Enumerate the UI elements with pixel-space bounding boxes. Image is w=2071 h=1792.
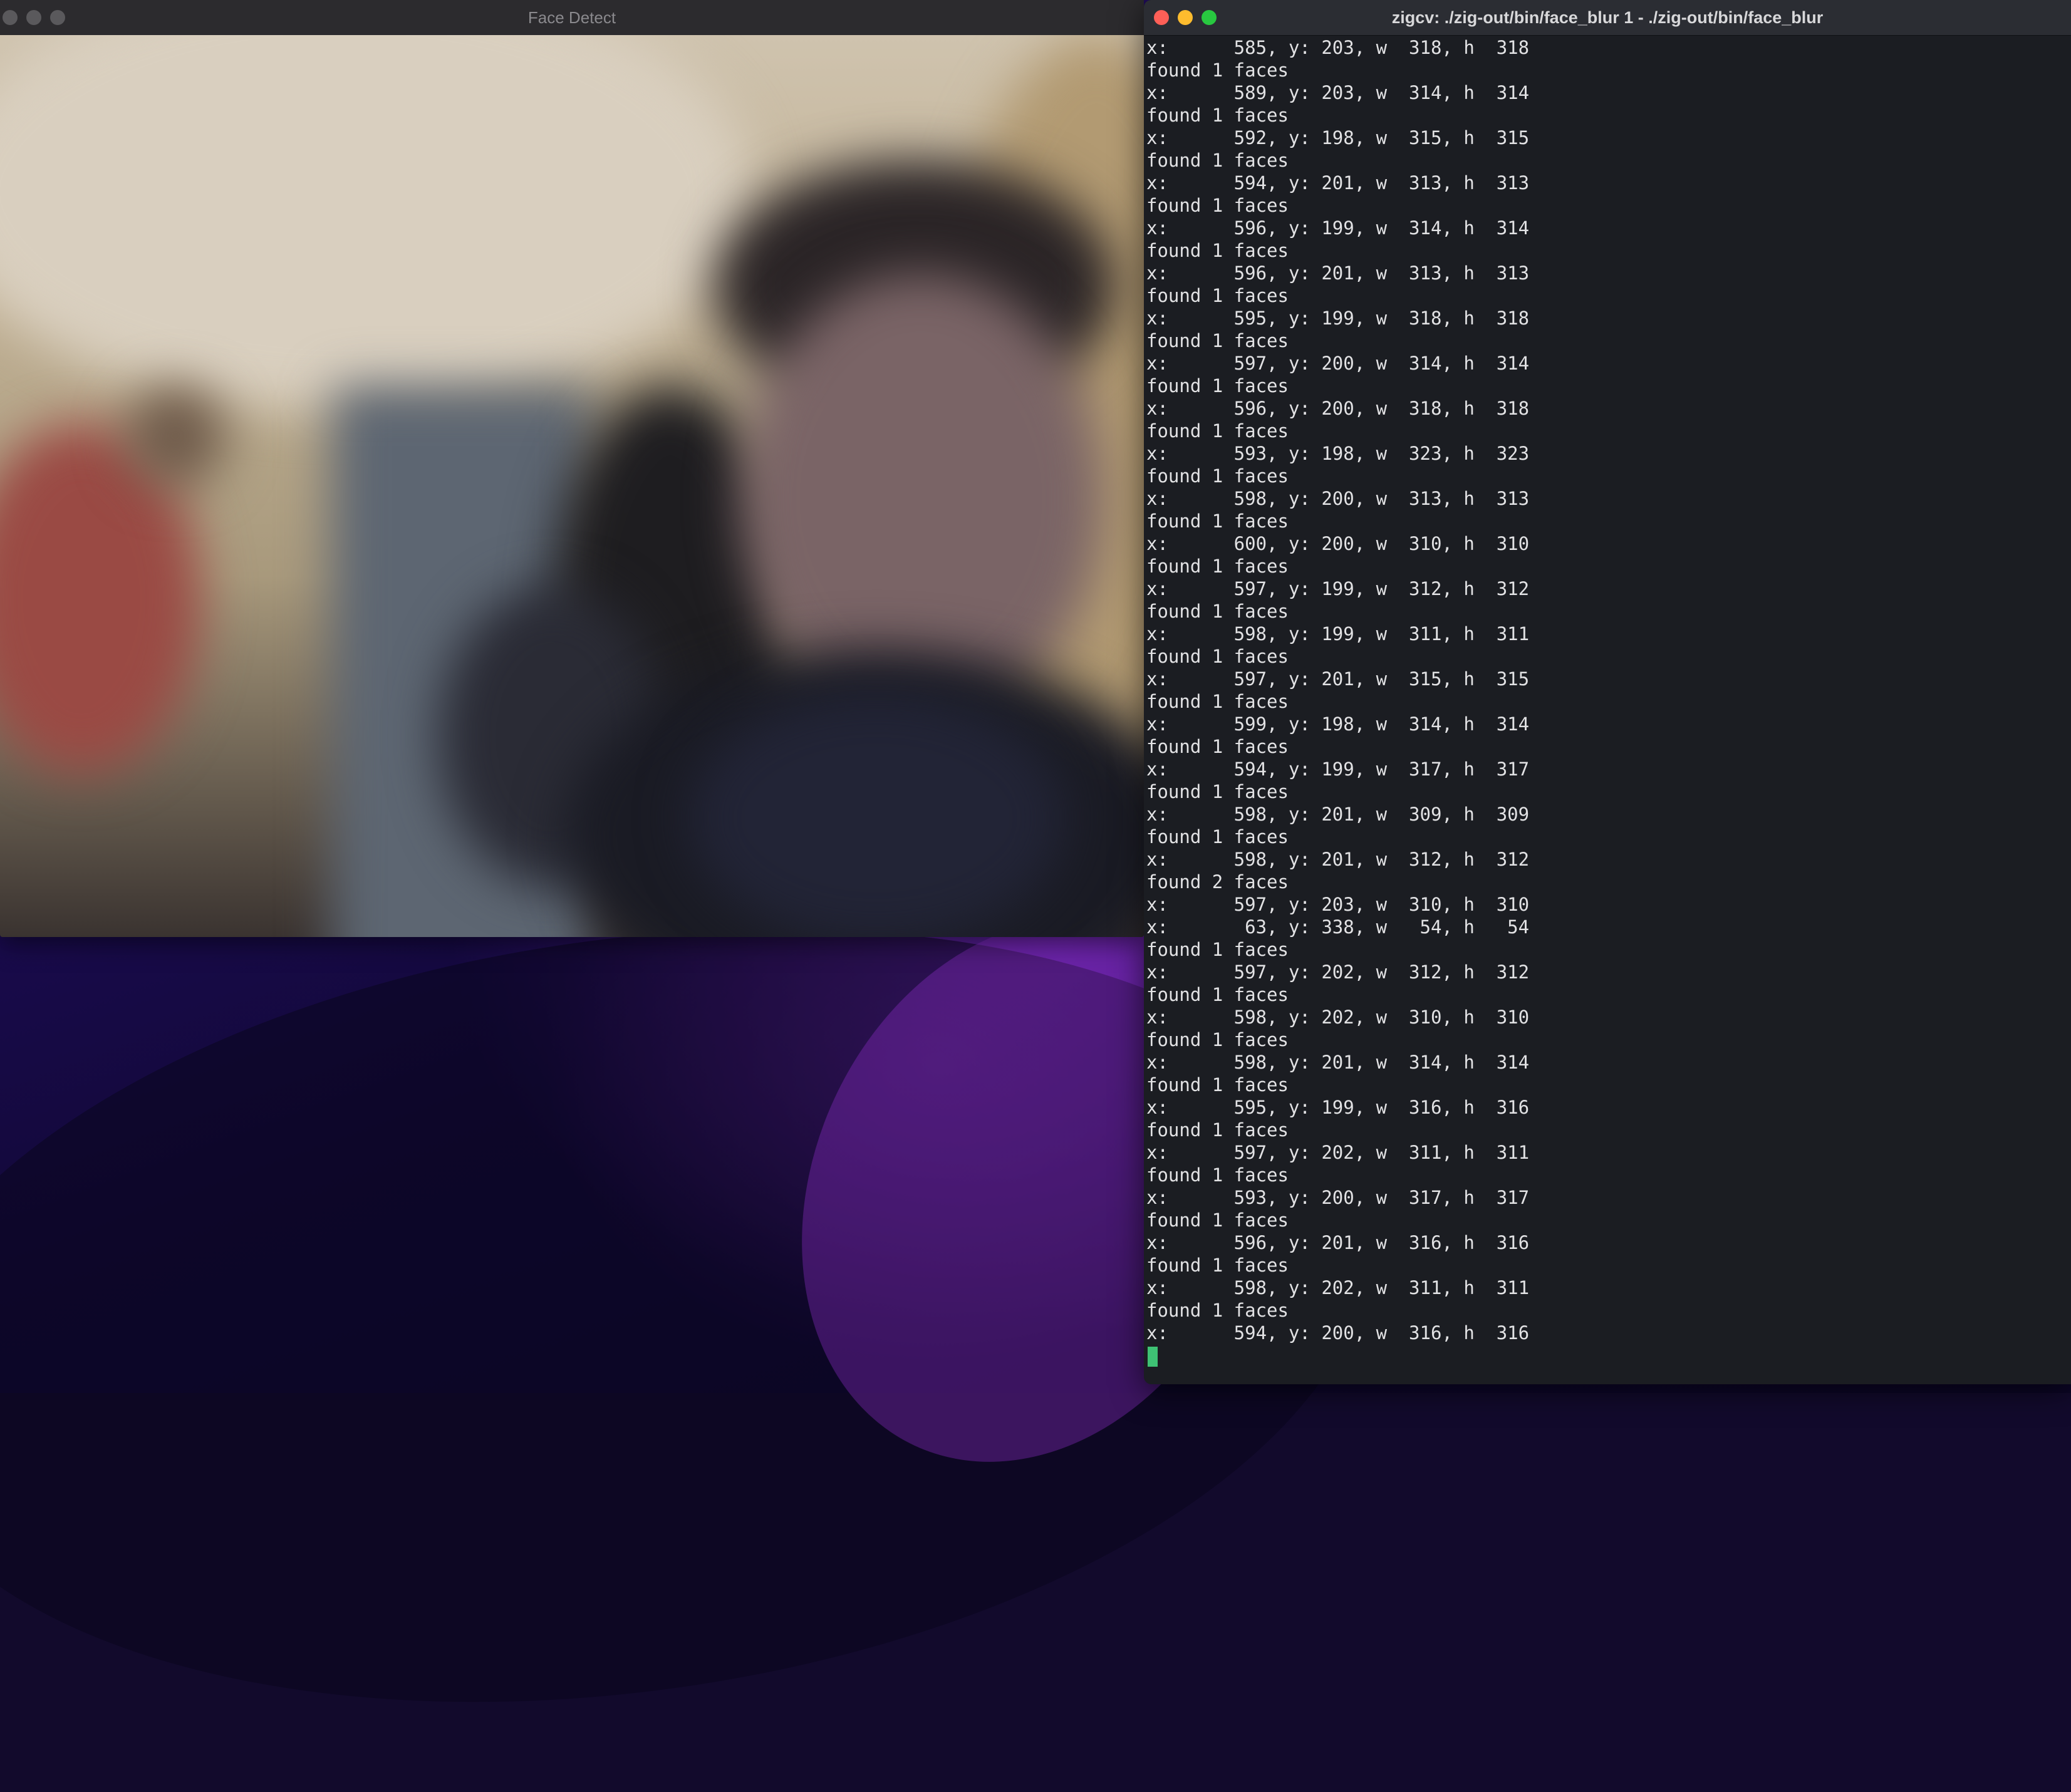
terminal-line: found 2 faces [1146, 871, 1289, 893]
terminal-line: x: 599, y: 198, w 314, h 314 [1146, 713, 1530, 735]
window-title: zigcv: ./zig-out/bin/face_blur 1 - ./zig… [1391, 8, 1824, 27]
terminal-line: found 1 faces [1146, 781, 1289, 802]
terminal-line: x: 594, y: 199, w 317, h 317 [1146, 759, 1530, 780]
terminal-line: x: 598, y: 201, w 309, h 309 [1146, 804, 1530, 825]
terminal-line: x: 595, y: 199, w 316, h 316 [1146, 1097, 1530, 1118]
terminal-line: found 1 faces [1146, 984, 1289, 1005]
terminal-line: x: 594, y: 200, w 316, h 316 [1146, 1322, 1530, 1344]
terminal-line: x: 598, y: 199, w 311, h 311 [1146, 623, 1530, 645]
terminal-line: x: 595, y: 199, w 318, h 318 [1146, 308, 1530, 329]
terminal-line: x: 597, y: 203, w 310, h 310 [1146, 894, 1530, 915]
face-detect-titlebar[interactable]: Face Detect [0, 0, 1144, 36]
terminal-line: x: 593, y: 198, w 323, h 323 [1146, 443, 1530, 464]
terminal-line: found 1 faces [1146, 826, 1289, 847]
terminal-line: x: 596, y: 201, w 313, h 313 [1146, 262, 1530, 284]
terminal-line: x: 594, y: 201, w 313, h 313 [1146, 172, 1530, 194]
terminal-line: found 1 faces [1146, 105, 1289, 126]
terminal-line: x: 598, y: 202, w 311, h 311 [1146, 1277, 1530, 1298]
terminal-line: x: 593, y: 200, w 317, h 317 [1146, 1187, 1530, 1208]
terminal-line: x: 63, y: 338, w 54, h 54 [1146, 916, 1530, 938]
terminal-line: x: 597, y: 199, w 312, h 312 [1146, 578, 1530, 599]
terminal-line: found 1 faces [1146, 240, 1289, 261]
terminal-line: found 1 faces [1146, 691, 1289, 712]
terminal-line: found 1 faces [1146, 150, 1289, 171]
terminal-line: x: 598, y: 201, w 312, h 312 [1146, 849, 1530, 870]
terminal-line: found 1 faces [1146, 1209, 1289, 1231]
terminal-line: x: 597, y: 202, w 311, h 311 [1146, 1142, 1530, 1163]
terminal-output[interactable]: x: 585, y: 203, w 318, h 318 found 1 face… [1146, 36, 2067, 1377]
terminal-line: x: 596, y: 201, w 316, h 316 [1146, 1232, 1530, 1253]
terminal-line: x: 596, y: 199, w 314, h 314 [1146, 217, 1530, 239]
terminal-line: found 1 faces [1146, 1119, 1289, 1141]
terminal-line: found 1 faces [1146, 646, 1289, 667]
terminal-line: found 1 faces [1146, 1164, 1289, 1186]
terminal-line: found 1 faces [1146, 330, 1289, 351]
terminal-line: x: 598, y: 200, w 313, h 313 [1146, 488, 1530, 509]
terminal-line: found 1 faces [1146, 1029, 1289, 1050]
terminal-line: x: 592, y: 198, w 315, h 315 [1146, 127, 1530, 148]
terminal-line: found 1 faces [1146, 1074, 1289, 1095]
terminal-titlebar[interactable]: zigcv: ./zig-out/bin/face_blur 1 - ./zig… [1144, 0, 2071, 36]
terminal-line: found 1 faces [1146, 1300, 1289, 1321]
terminal-line: x: 596, y: 200, w 318, h 318 [1146, 398, 1530, 419]
terminal-line: found 1 faces [1146, 1255, 1289, 1276]
terminal-line: x: 585, y: 203, w 318, h 318 [1146, 37, 1530, 58]
terminal-line: x: 597, y: 202, w 312, h 312 [1146, 961, 1530, 983]
terminal-prompt-line [1146, 1344, 2067, 1367]
terminal-line: found 1 faces [1146, 510, 1289, 532]
terminal-line: x: 589, y: 203, w 314, h 314 [1146, 82, 1530, 103]
terminal-line: found 1 faces [1146, 601, 1289, 622]
terminal-line: found 1 faces [1146, 60, 1289, 81]
window-title: Face Detect [527, 8, 616, 27]
terminal-cursor [1148, 1347, 1158, 1367]
terminal-line: x: 597, y: 200, w 314, h 314 [1146, 353, 1530, 374]
terminal-line: found 1 faces [1146, 285, 1289, 306]
terminal-line: found 1 faces [1146, 195, 1289, 216]
terminal-line: found 1 faces [1146, 420, 1289, 442]
terminal-window[interactable]: zigcv: ./zig-out/bin/face_blur 1 - ./zig… [1144, 0, 2071, 1384]
terminal-line: found 1 faces [1146, 736, 1289, 757]
camera-feed-blurred [0, 35, 1144, 937]
terminal-line: x: 598, y: 202, w 310, h 310 [1146, 1007, 1530, 1028]
terminal-line: x: 598, y: 201, w 314, h 314 [1146, 1052, 1530, 1073]
terminal-line: found 1 faces [1146, 375, 1289, 396]
terminal-line: x: 597, y: 201, w 315, h 315 [1146, 668, 1530, 690]
terminal-line: x: 600, y: 200, w 310, h 310 [1146, 533, 1530, 554]
terminal-line: found 1 faces [1146, 556, 1289, 577]
face-detect-window[interactable]: Face Detect [0, 0, 1144, 937]
terminal-line: found 1 faces [1146, 939, 1289, 960]
terminal-line: found 1 faces [1146, 465, 1289, 487]
